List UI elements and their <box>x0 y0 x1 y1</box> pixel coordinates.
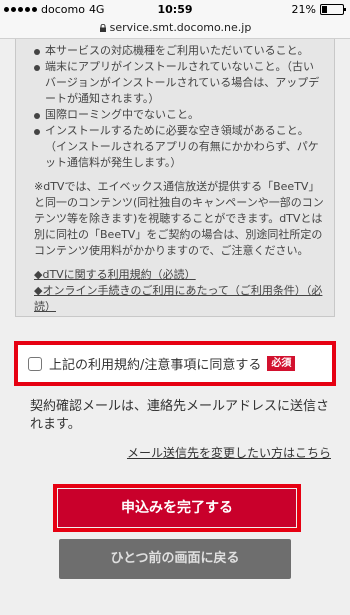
status-right: 21% <box>291 3 346 16</box>
online-terms-link[interactable]: ◆オンライン手続きのご利用にあたって（ご利用条件）（必読） <box>34 283 324 315</box>
agree-checkbox[interactable] <box>28 356 42 371</box>
url-bar[interactable]: service.smt.docomo.ne.jp <box>0 21 350 39</box>
terms-bullet: インストールするために必要な空き領域があること。（インストールされるアプリの有無… <box>34 123 324 171</box>
terms-bullet: 本サービスの対応機種をご利用いただいていること。 <box>34 43 324 59</box>
lock-icon <box>99 24 106 32</box>
terms-note: ※dTVでは、エイベックス通信放送が提供する「BeeTV」と同一のコンテンツ(同… <box>34 180 324 257</box>
terms-bullet-list: 本サービスの対応機種をご利用いただいていること。 端末にアプリがインストールされ… <box>34 43 324 171</box>
agree-checkbox-row[interactable]: 上記の利用規約/注意事項に同意する 必須 <box>14 341 336 386</box>
terms-bullet: 国際ローミング中でないこと。 <box>34 107 324 123</box>
battery-icon <box>320 4 346 15</box>
battery-percent: 21% <box>291 3 316 16</box>
email-notice: 契約確認メールは、連絡先メールアドレスに送信されます。 <box>30 399 330 432</box>
submit-button[interactable]: 申込みを完了する <box>58 489 296 527</box>
change-email-link[interactable]: メール送信先を変更したい方はこちら <box>127 444 331 461</box>
back-button[interactable]: ひとつ前の画面に戻る <box>59 539 291 579</box>
agree-label[interactable]: 上記の利用規約/注意事項に同意する <box>49 354 261 373</box>
url-text: service.smt.docomo.ne.jp <box>109 21 252 34</box>
terms-links: ◆dTVに関する利用規約（必読） ◆オンライン手続きのご利用にあたって（ご利用条… <box>34 267 324 315</box>
status-bar: docomo 4G 10:59 21% <box>0 0 350 21</box>
dtv-terms-link[interactable]: ◆dTVに関する利用規約（必読） <box>34 267 324 283</box>
terms-bullet: 端末にアプリがインストールされていないこと。（古いバージョンがインストールされて… <box>34 59 324 107</box>
terms-scroll-box[interactable]: 本サービスの対応機種をご利用いただいていること。 端末にアプリがインストールされ… <box>15 39 335 317</box>
required-badge: 必須 <box>267 356 296 371</box>
